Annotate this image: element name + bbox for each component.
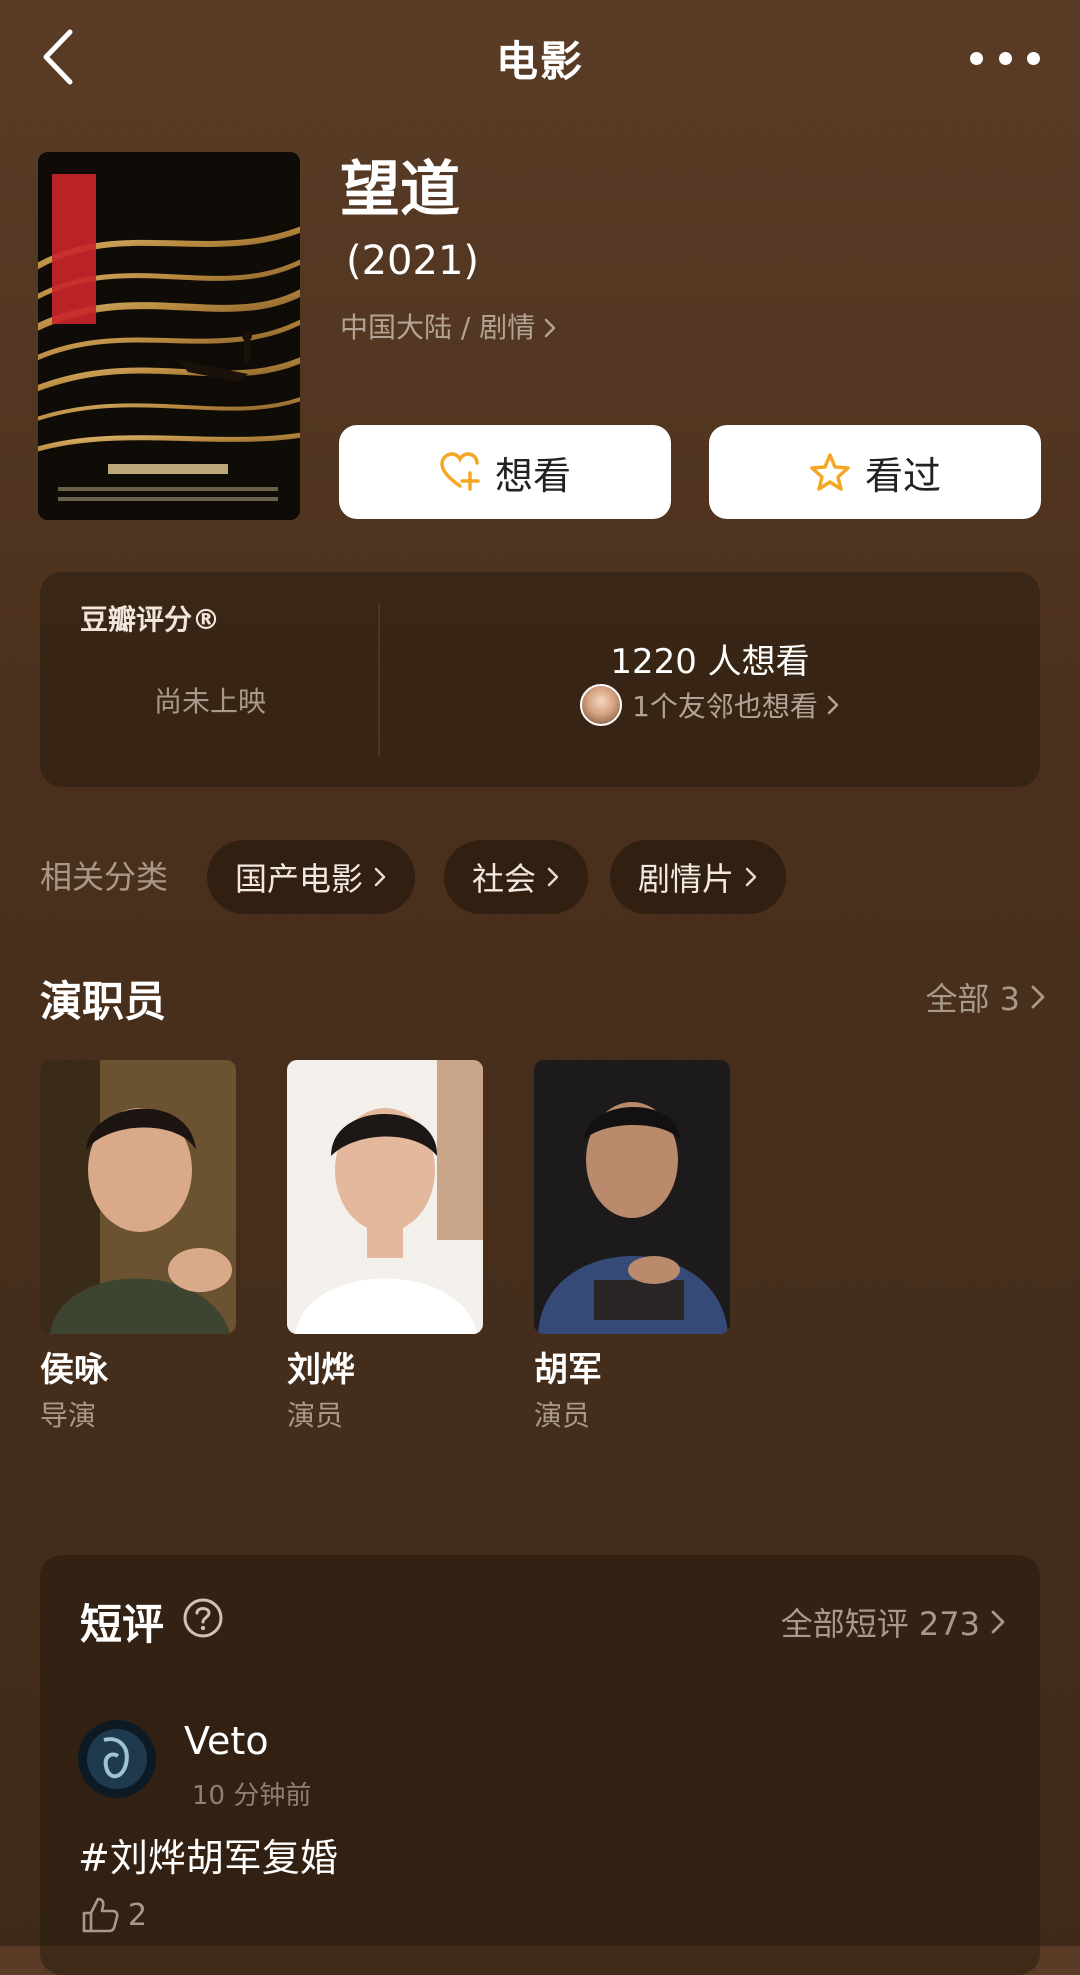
chip-label: 社会 <box>472 860 537 898</box>
chip-label: 剧情片 <box>638 860 735 898</box>
poster-image <box>38 152 300 520</box>
chip-label: 国产电影 <box>235 860 364 898</box>
movie-title: 望道 <box>340 155 460 225</box>
want-to-watch-button[interactable]: 想看 <box>339 425 671 519</box>
want-count: 1220 人想看 <box>610 642 810 682</box>
movie-meta-link[interactable]: 中国大陆 / 剧情 <box>340 308 557 348</box>
chevron-right-icon <box>827 695 839 715</box>
friend-avatar <box>580 684 623 726</box>
chevron-right-icon <box>991 1610 1005 1634</box>
category-chip-society[interactable]: 社会 <box>444 840 589 914</box>
watched-label: 看过 <box>864 453 941 498</box>
cast-card[interactable]: 胡军 演员 <box>534 1060 730 1434</box>
all-short-reviews-label: 全部短评 273 <box>780 1605 980 1643</box>
cast-photo-image <box>40 1060 236 1334</box>
movie-poster[interactable] <box>38 152 300 520</box>
cast-card[interactable]: 刘烨 演员 <box>287 1060 483 1434</box>
rating-status: 尚未上映 <box>153 685 266 718</box>
cast-photo-image <box>287 1060 483 1334</box>
douban-rating-label: 豆瓣评分® <box>80 603 221 636</box>
category-chip-drama[interactable]: 剧情片 <box>610 840 787 914</box>
short-reviews-card: 短评 全部短评 273 Veto 10 分钟前 #刘烨胡军复婚 2 <box>40 1555 1040 1975</box>
related-categories-label: 相关分类 <box>40 858 169 896</box>
cast-role: 演员 <box>534 1399 591 1432</box>
cast-name: 侯咏 <box>40 1350 108 1390</box>
thumbs-up-icon <box>82 1897 119 1933</box>
short-reviews-title: 短评 <box>80 1600 165 1649</box>
friends-want-text: 1个友邻也想看 <box>632 690 818 723</box>
more-dot <box>998 51 1012 65</box>
review-time: 10 分钟前 <box>192 1781 312 1811</box>
chevron-right-icon <box>547 867 559 887</box>
cast-role: 演员 <box>287 1399 344 1432</box>
more-button[interactable] <box>970 40 1040 76</box>
category-chip-domestic-film[interactable]: 国产电影 <box>207 840 416 914</box>
cast-name: 胡军 <box>534 1350 602 1390</box>
review-text: #刘烨胡军复婚 <box>78 1836 338 1880</box>
chevron-right-icon <box>1031 985 1045 1009</box>
chevron-right-icon <box>745 867 757 887</box>
cast-photo <box>40 1060 236 1334</box>
heart-plus-icon <box>440 452 480 491</box>
review-like-button[interactable]: 2 <box>80 1895 147 1935</box>
like-count: 2 <box>128 1897 148 1933</box>
cast-photo-image <box>534 1060 730 1334</box>
friends-want-link[interactable]: 1个友邻也想看 <box>380 684 1040 726</box>
cast-view-all-label: 全部 3 <box>925 980 1020 1018</box>
cast-photo <box>534 1060 730 1334</box>
rating-card: 豆瓣评分® 尚未上映 1220 人想看 1个友邻也想看 <box>40 572 1040 787</box>
reviewer-name[interactable]: Veto <box>184 1719 269 1763</box>
all-short-reviews-link[interactable]: 全部短评 273 <box>781 1599 1006 1645</box>
more-dot <box>1027 51 1040 65</box>
reviewer-avatar[interactable] <box>78 1720 156 1798</box>
avatar-image <box>78 1720 156 1798</box>
more-dot <box>970 51 983 65</box>
cast-role: 导演 <box>40 1399 97 1432</box>
cast-section-title: 演职员 <box>40 977 167 1026</box>
top-bar: 电影 <box>0 0 1080 115</box>
help-icon[interactable] <box>182 1597 224 1639</box>
movie-year: (2021) <box>346 238 480 284</box>
page-title: 电影 <box>495 37 584 86</box>
cast-card[interactable]: 侯咏 导演 <box>40 1060 236 1434</box>
chevron-right-icon <box>545 318 556 338</box>
movie-meta-text: 中国大陆 / 剧情 <box>340 311 536 344</box>
cast-name: 刘烨 <box>287 1350 355 1390</box>
want-to-watch-label: 想看 <box>494 453 571 498</box>
chevron-right-icon <box>374 867 386 887</box>
star-icon <box>810 453 850 491</box>
cast-view-all-link[interactable]: 全部 3 <box>925 974 1046 1020</box>
watched-button[interactable]: 看过 <box>709 425 1041 519</box>
cast-photo <box>287 1060 483 1334</box>
